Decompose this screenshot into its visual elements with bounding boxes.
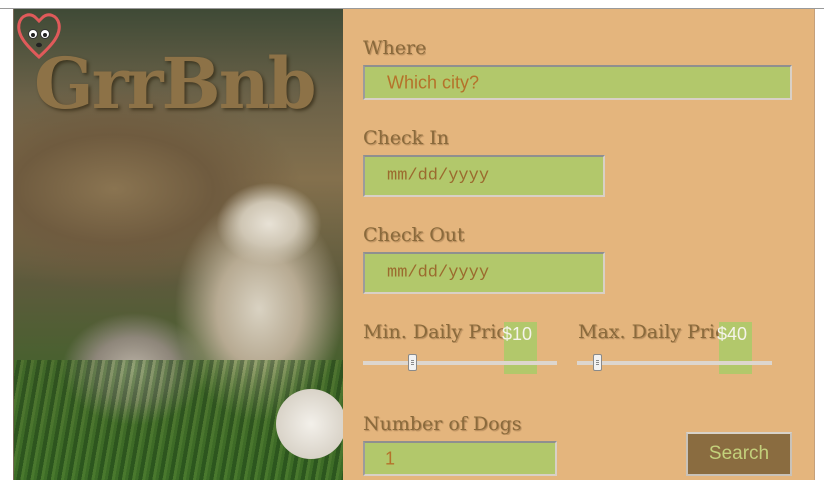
where-placeholder: Which city? — [387, 72, 480, 92]
brand-logo-text: GrrBnb — [34, 42, 317, 125]
max-price-value-badge: $40 — [717, 322, 752, 374]
where-input[interactable]: Which city? — [363, 65, 792, 100]
checkout-label: Check Out — [363, 224, 465, 246]
min-price-value-badge: $10 — [502, 322, 537, 374]
dogs-label: Number of Dogs — [363, 413, 522, 435]
hero-cat-photo: GrrBnb — [14, 9, 343, 480]
max-price-label: Max. Daily Price — [578, 321, 720, 343]
search-button[interactable]: Search — [686, 432, 792, 476]
checkin-date-input[interactable]: mm/dd/yyyy — [363, 155, 605, 197]
grrbnb-app: GrrBnb Where Which city? Check In mm/dd/… — [13, 9, 815, 480]
cat-paw-highlight — [276, 389, 343, 459]
checkin-label: Check In — [363, 127, 449, 149]
dogs-count-input[interactable]: 1 — [363, 441, 557, 476]
max-price-value: $40 — [717, 324, 748, 344]
where-label: Where — [363, 37, 427, 59]
min-price-slider[interactable] — [363, 354, 557, 371]
min-price-label: Min. Daily Price — [363, 321, 505, 343]
checkout-placeholder: mm/dd/yyyy — [387, 263, 490, 283]
checkout-date-input[interactable]: mm/dd/yyyy — [363, 252, 605, 294]
dogs-count-value: 1 — [385, 448, 396, 468]
min-price-value: $10 — [502, 324, 533, 344]
max-price-slider[interactable] — [577, 354, 772, 371]
search-form: Where Which city? Check In mm/dd/yyyy Ch… — [343, 9, 814, 480]
checkin-placeholder: mm/dd/yyyy — [387, 166, 490, 186]
min-price-slider-thumb[interactable] — [408, 354, 417, 371]
max-price-slider-thumb[interactable] — [593, 354, 602, 371]
